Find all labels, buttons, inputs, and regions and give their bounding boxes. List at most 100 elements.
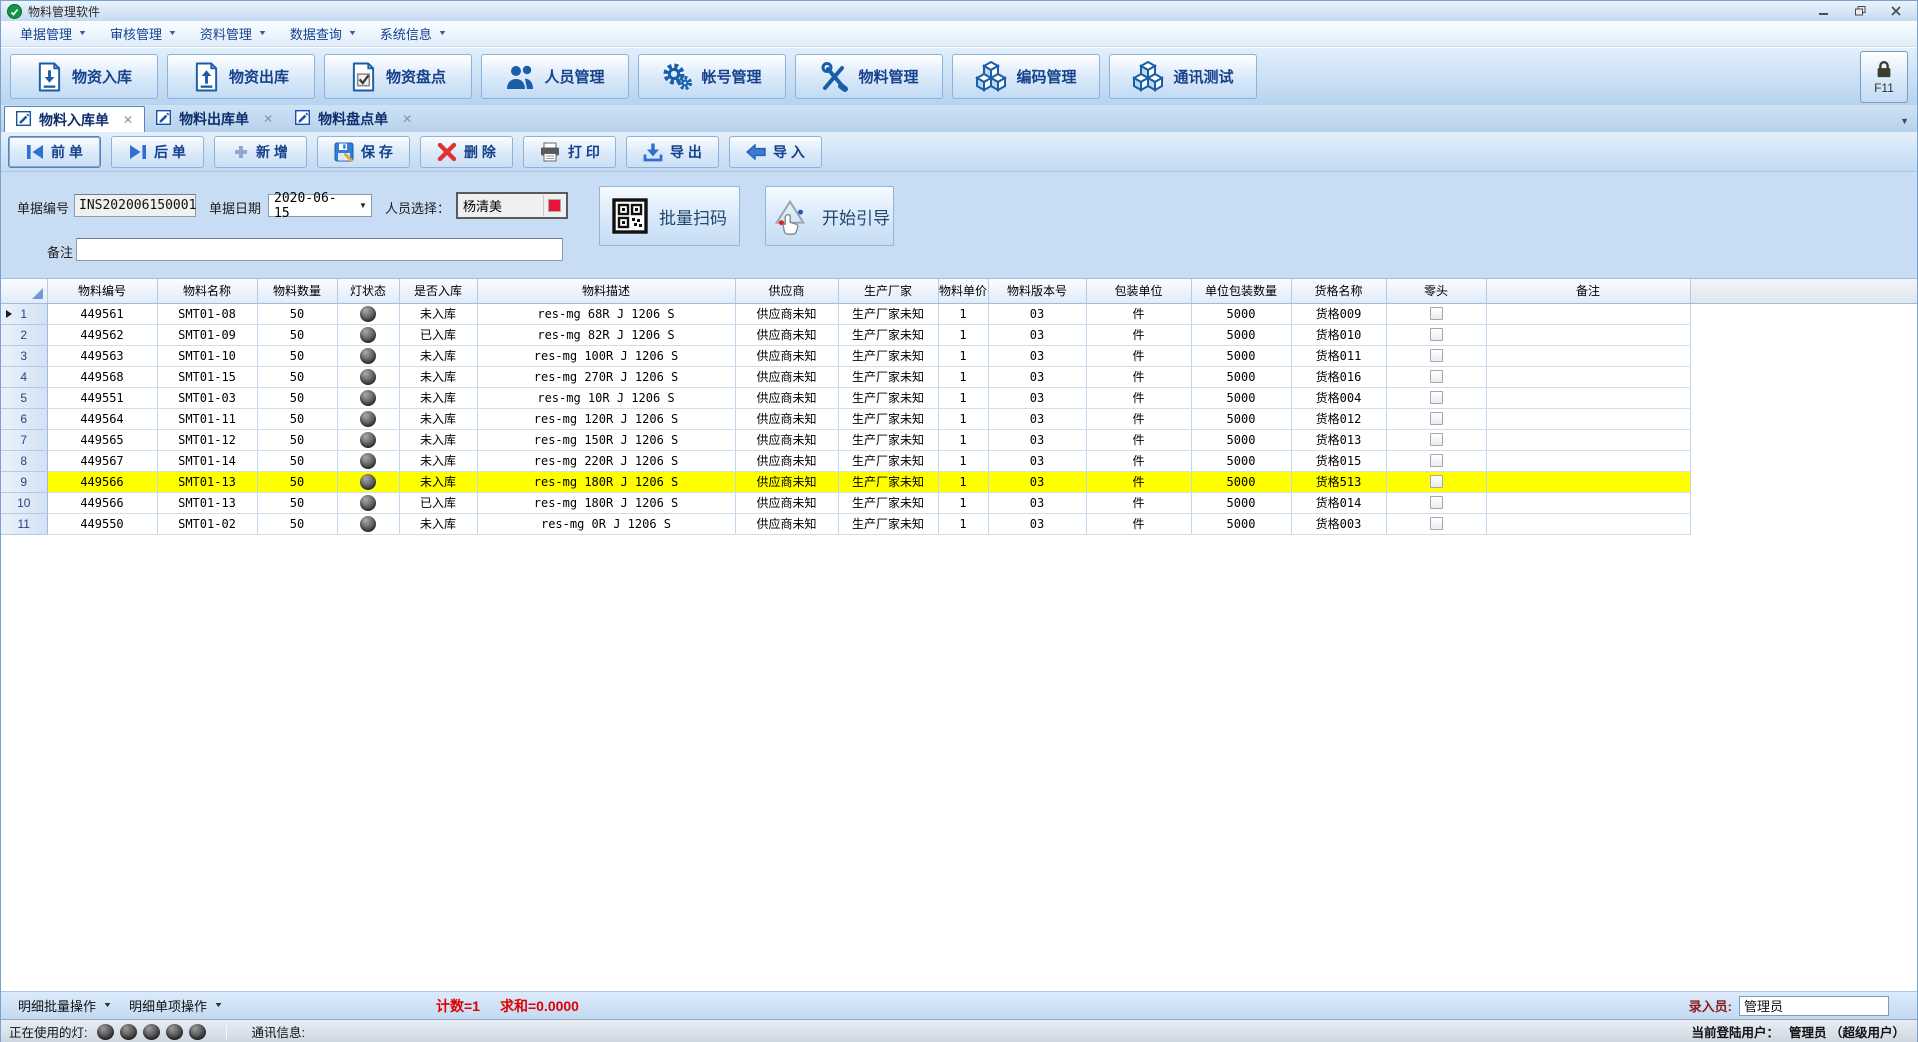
cell-supplier[interactable]: 供应商未知: [735, 303, 838, 324]
cell-supplier[interactable]: 供应商未知: [735, 408, 838, 429]
person-field[interactable]: 杨清美: [456, 192, 568, 219]
action-button[interactable]: 导 入: [729, 136, 822, 168]
cell-maker[interactable]: 生产厂家未知: [838, 429, 938, 450]
cell-supplier[interactable]: 供应商未知: [735, 345, 838, 366]
cell-pack_qty[interactable]: 5000: [1191, 492, 1291, 513]
cell-slot[interactable]: 货格004: [1291, 387, 1386, 408]
cell-status[interactable]: 未入库: [399, 450, 477, 471]
cell-price[interactable]: 1: [938, 471, 988, 492]
cell-desc[interactable]: res-mg 120R J 1206 S: [477, 408, 735, 429]
cell-pack_qty[interactable]: 5000: [1191, 387, 1291, 408]
lamp-cell[interactable]: [337, 471, 399, 492]
entry-user-field[interactable]: 管理员: [1739, 996, 1889, 1016]
remark-field[interactable]: [76, 238, 563, 261]
toolbar-button[interactable]: 人员管理: [481, 54, 629, 99]
fraction-checkbox[interactable]: [1430, 412, 1443, 425]
cell-price[interactable]: 1: [938, 429, 988, 450]
row-header[interactable]: 2: [1, 324, 47, 345]
cell-unit[interactable]: 件: [1086, 303, 1191, 324]
cell-version[interactable]: 03: [988, 324, 1086, 345]
cell-qty[interactable]: 50: [257, 366, 337, 387]
cell-status[interactable]: 未入库: [399, 471, 477, 492]
row-header[interactable]: 1: [1, 303, 47, 324]
cell-slot[interactable]: 货格513: [1291, 471, 1386, 492]
column-header-name[interactable]: 物料名称: [157, 279, 257, 303]
fraction-checkbox[interactable]: [1430, 391, 1443, 404]
column-header-unit[interactable]: 包装单位: [1086, 279, 1191, 303]
cell-status[interactable]: 未入库: [399, 429, 477, 450]
action-button[interactable]: 后 单: [111, 136, 204, 168]
fraction-cell[interactable]: [1386, 513, 1486, 534]
cell-remark[interactable]: [1486, 492, 1690, 513]
column-header-slot[interactable]: 货格名称: [1291, 279, 1386, 303]
column-header-frac[interactable]: 零头: [1386, 279, 1486, 303]
cell-code[interactable]: 449567: [47, 450, 157, 471]
cell-desc[interactable]: res-mg 0R J 1206 S: [477, 513, 735, 534]
cell-qty[interactable]: 50: [257, 513, 337, 534]
cell-remark[interactable]: [1486, 387, 1690, 408]
cell-desc[interactable]: res-mg 180R J 1206 S: [477, 492, 735, 513]
column-header-remark[interactable]: 备注: [1486, 279, 1690, 303]
cell-price[interactable]: 1: [938, 366, 988, 387]
cell-supplier[interactable]: 供应商未知: [735, 324, 838, 345]
toolbar-button[interactable]: 帐号管理: [638, 54, 786, 99]
cell-pack_qty[interactable]: 5000: [1191, 429, 1291, 450]
cell-desc[interactable]: res-mg 270R J 1206 S: [477, 366, 735, 387]
cell-slot[interactable]: 货格009: [1291, 303, 1386, 324]
cell-remark[interactable]: [1486, 366, 1690, 387]
fraction-cell[interactable]: [1386, 450, 1486, 471]
fraction-checkbox[interactable]: [1430, 517, 1443, 530]
cell-code[interactable]: 449551: [47, 387, 157, 408]
cell-slot[interactable]: 货格003: [1291, 513, 1386, 534]
cell-status[interactable]: 未入库: [399, 345, 477, 366]
cell-pack_qty[interactable]: 5000: [1191, 408, 1291, 429]
cell-unit[interactable]: 件: [1086, 513, 1191, 534]
chevron-down-icon[interactable]: ▼: [355, 201, 371, 210]
cell-desc[interactable]: res-mg 100R J 1206 S: [477, 345, 735, 366]
fraction-checkbox[interactable]: [1430, 307, 1443, 320]
cell-version[interactable]: 03: [988, 471, 1086, 492]
cell-status[interactable]: 未入库: [399, 303, 477, 324]
fraction-cell[interactable]: [1386, 429, 1486, 450]
cell-qty[interactable]: 50: [257, 429, 337, 450]
cell-supplier[interactable]: 供应商未知: [735, 492, 838, 513]
cell-pack_qty[interactable]: 5000: [1191, 450, 1291, 471]
cell-slot[interactable]: 货格011: [1291, 345, 1386, 366]
cell-status[interactable]: 已入库: [399, 492, 477, 513]
cell-remark[interactable]: [1486, 429, 1690, 450]
row-header[interactable]: 7: [1, 429, 47, 450]
column-header-code[interactable]: 物料编号: [47, 279, 157, 303]
cell-name[interactable]: SMT01-02: [157, 513, 257, 534]
cell-maker[interactable]: 生产厂家未知: [838, 366, 938, 387]
lamp-cell[interactable]: [337, 513, 399, 534]
cell-pack_qty[interactable]: 5000: [1191, 513, 1291, 534]
start-guide-button[interactable]: 开始引导: [765, 186, 894, 246]
cell-version[interactable]: 03: [988, 387, 1086, 408]
minimize-button[interactable]: [1817, 5, 1831, 17]
column-header-filler[interactable]: [1690, 279, 1917, 303]
toolbar-button[interactable]: 编码管理: [952, 54, 1100, 99]
cell-version[interactable]: 03: [988, 450, 1086, 471]
cell-qty[interactable]: 50: [257, 345, 337, 366]
column-header-version[interactable]: 物料版本号: [988, 279, 1086, 303]
cell-version[interactable]: 03: [988, 429, 1086, 450]
toolbar-button[interactable]: 物资盘点: [324, 54, 472, 99]
action-button[interactable]: 打 印: [523, 136, 616, 168]
cell-name[interactable]: SMT01-11: [157, 408, 257, 429]
cell-unit[interactable]: 件: [1086, 408, 1191, 429]
cell-unit[interactable]: 件: [1086, 324, 1191, 345]
fraction-checkbox[interactable]: [1430, 496, 1443, 509]
cell-qty[interactable]: 50: [257, 303, 337, 324]
fraction-checkbox[interactable]: [1430, 454, 1443, 467]
menubar-item[interactable]: 审核管理▼: [99, 21, 187, 46]
cell-supplier[interactable]: 供应商未知: [735, 387, 838, 408]
fraction-cell[interactable]: [1386, 303, 1486, 324]
fraction-checkbox[interactable]: [1430, 370, 1443, 383]
fraction-checkbox[interactable]: [1430, 433, 1443, 446]
menubar-item[interactable]: 资料管理▼: [189, 21, 277, 46]
fraction-cell[interactable]: [1386, 408, 1486, 429]
cell-code[interactable]: 449568: [47, 366, 157, 387]
column-header-lamp[interactable]: 灯状态: [337, 279, 399, 303]
cell-status[interactable]: 未入库: [399, 387, 477, 408]
cell-desc[interactable]: res-mg 150R J 1206 S: [477, 429, 735, 450]
